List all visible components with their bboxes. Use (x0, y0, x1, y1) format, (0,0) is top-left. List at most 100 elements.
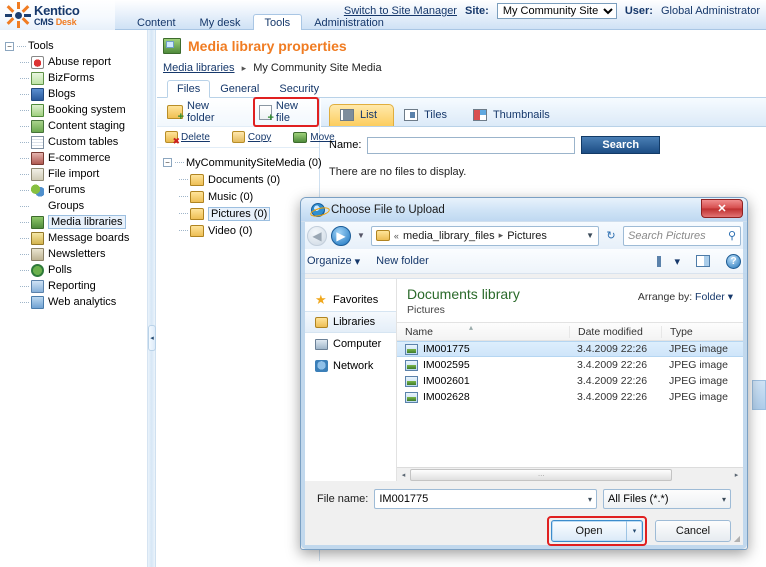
view-mode-bar: List Tiles Thumbnails (321, 98, 766, 127)
folder-tree-item-mycommunitysitemedia[interactable]: − MyCommunitySiteMedia (0) (161, 154, 322, 171)
dialog-new-folder-button[interactable]: New folder (376, 255, 429, 267)
scroll-left-icon[interactable]: ◂ (397, 471, 410, 479)
sidebar-item-e-commerce[interactable]: E-commerce (0, 150, 147, 166)
new-file-button[interactable]: New file (252, 97, 319, 127)
folder-tree-item-video[interactable]: Video (0) (161, 222, 319, 239)
copy-label[interactable]: Copy (248, 132, 271, 143)
view-tiles-label: Tiles (424, 109, 447, 121)
view-list-button[interactable]: List (329, 104, 395, 126)
arrange-chevron-down-icon[interactable]: ▾ (728, 291, 733, 303)
back-icon[interactable]: ◀ (307, 225, 327, 246)
tree-connector (17, 45, 26, 47)
dialog-nav-item-network[interactable]: Network (305, 355, 396, 377)
new-folder-button[interactable]: New folder (163, 98, 241, 126)
file-search-bar: Name: Search (321, 127, 766, 154)
sidebar-item-newsletters[interactable]: Newsletters (0, 246, 147, 262)
tab-general[interactable]: General (210, 80, 269, 97)
sidebar-item-web-analytics[interactable]: Web analytics (0, 294, 147, 310)
change-view-button[interactable]: ▾ (657, 255, 680, 268)
address-bar[interactable]: « media_library_files ▸ Pictures ▼ (370, 225, 599, 246)
arrange-by-value[interactable]: Folder (695, 291, 725, 303)
file-row[interactable]: IM002595 3.4.2009 22:26 JPEG image (397, 357, 743, 373)
address-crumb-1[interactable]: media_library_files (403, 230, 495, 242)
horizontal-scrollbar[interactable]: ◂ … ▸ (397, 467, 743, 481)
open-button-chevron-down-icon[interactable]: ▾ (626, 521, 642, 541)
sidebar-item-media-libraries[interactable]: Media libraries (0, 214, 147, 230)
dialog-nav-item-libraries[interactable]: Libraries (305, 311, 396, 333)
sidebar-item-groups[interactable]: Groups (0, 198, 147, 214)
dialog-titlebar[interactable]: Choose File to Upload ✕ (301, 198, 747, 222)
address-overflow-icon[interactable]: « (394, 231, 399, 241)
favorites-star-icon: ★ (315, 291, 327, 307)
refresh-icon[interactable]: ↻ (603, 228, 619, 244)
file-type-chevron-down-icon[interactable]: ▾ (722, 495, 726, 504)
filename-chevron-down-icon[interactable]: ▾ (588, 495, 592, 504)
switch-to-site-manager-link[interactable]: Switch to Site Manager (344, 5, 457, 17)
nav-tab-tools[interactable]: Tools (252, 14, 303, 31)
sidebar-item-file-import[interactable]: File import (0, 166, 147, 182)
sidebar-item-blogs[interactable]: Blogs (0, 86, 147, 102)
delete-action[interactable]: Delete (165, 131, 210, 146)
copy-action[interactable]: Copy (231, 131, 271, 143)
sidebar-item-custom-tables[interactable]: Custom tables (0, 134, 147, 150)
delete-label[interactable]: Delete (181, 132, 210, 143)
sidebar-splitter[interactable]: ◂ (148, 30, 156, 567)
open-button[interactable]: Open ▾ (551, 520, 643, 542)
folder-tree-item-music[interactable]: Music (0) (161, 188, 319, 205)
cancel-button[interactable]: Cancel (655, 520, 731, 542)
web-analytics-icon (31, 295, 44, 309)
scroll-thumb[interactable]: … (410, 468, 673, 481)
arrange-by[interactable]: Arrange by: Folder ▾ (638, 291, 733, 303)
tree-connector (20, 141, 29, 143)
bizforms-icon (31, 71, 44, 85)
sidebar-item-reporting[interactable]: Reporting (0, 278, 147, 294)
folder-tree-item-documents[interactable]: Documents (0) (161, 171, 319, 188)
sidebar-item-abuse-report[interactable]: Abuse report (0, 54, 147, 70)
sidebar-item-forums[interactable]: Forums (0, 182, 147, 198)
column-header-name[interactable]: Name ▴ (397, 323, 569, 338)
folder-tree-item-pictures[interactable]: Pictures (0) (161, 205, 319, 222)
breadcrumb-link-media-libraries[interactable]: Media libraries (163, 62, 235, 74)
filename-input[interactable]: IM001775 ▾ (374, 489, 597, 509)
column-header-type[interactable]: Type (661, 325, 743, 338)
preview-pane-button[interactable] (696, 255, 710, 267)
page-scrollbar-thumb[interactable] (752, 380, 766, 410)
tab-files[interactable]: Files (167, 80, 211, 98)
column-header-date[interactable]: Date modified (569, 325, 661, 338)
splitter-collapse-handle[interactable]: ◂ (148, 325, 156, 351)
file-row[interactable]: IM002601 3.4.2009 22:26 JPEG image (397, 373, 743, 389)
tab-security[interactable]: Security (269, 80, 329, 97)
open-button-label[interactable]: Open (552, 521, 626, 541)
site-selector[interactable]: My Community Site (496, 3, 617, 19)
resize-grip-icon[interactable]: ◢ (734, 534, 740, 543)
scroll-right-icon[interactable]: ▸ (730, 471, 743, 479)
organize-button[interactable]: Organize ▾ (307, 255, 360, 268)
file-type-filter[interactable]: All Files (*.*) ▾ (603, 489, 731, 509)
message-boards-icon (31, 231, 44, 245)
address-dropdown-icon[interactable]: ▼ (586, 231, 594, 240)
sidebar-item-polls[interactable]: Polls (0, 262, 147, 278)
collapse-icon[interactable]: − (163, 158, 172, 167)
search-input[interactable] (367, 136, 576, 154)
sidebar-root-tools[interactable]: − Tools (0, 38, 147, 54)
close-icon[interactable]: ✕ (701, 199, 743, 218)
forward-icon[interactable]: ▶ (331, 225, 351, 246)
sidebar-item-message-boards[interactable]: Message boards (0, 230, 147, 246)
computer-icon (315, 338, 328, 350)
address-crumb-2[interactable]: Pictures (507, 230, 547, 242)
view-tiles-button[interactable]: Tiles (394, 105, 463, 126)
help-button[interactable]: ? (726, 253, 741, 269)
sidebar-item-bizforms[interactable]: BizForms (0, 70, 147, 86)
dialog-nav-item-computer[interactable]: Computer (305, 333, 396, 355)
view-thumbnails-button[interactable]: Thumbnails (463, 105, 566, 126)
scroll-track[interactable]: … (410, 468, 730, 481)
file-row[interactable]: IM002628 3.4.2009 22:26 JPEG image (397, 389, 743, 405)
sidebar-item-booking-system[interactable]: Booking system (0, 102, 147, 118)
dialog-nav-item-favorites[interactable]: ★ Favorites (305, 289, 396, 311)
file-row[interactable]: IM001775 3.4.2009 22:26 JPEG image (397, 341, 743, 357)
collapse-icon[interactable]: − (5, 41, 14, 51)
sidebar-item-content-staging[interactable]: Content staging (0, 118, 147, 134)
dialog-search-input[interactable]: Search Pictures ⚲ (623, 225, 741, 246)
search-button[interactable]: Search (581, 136, 661, 154)
recent-pages-icon[interactable]: ▼ (357, 231, 365, 240)
